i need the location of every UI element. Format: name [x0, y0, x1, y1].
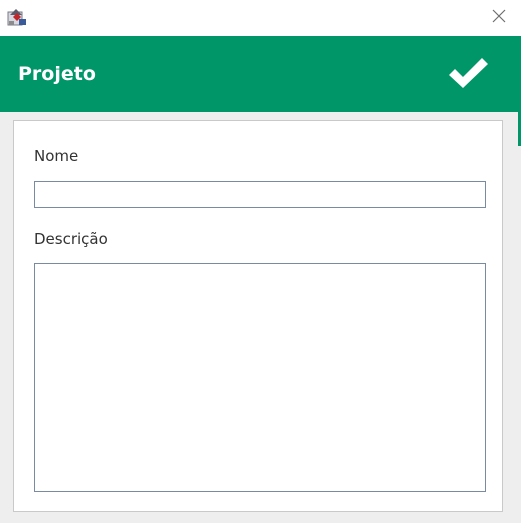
descricao-textarea[interactable] — [34, 263, 486, 492]
descricao-label: Descrição — [34, 230, 108, 248]
app-icon — [7, 6, 27, 26]
header-bar: Projeto — [0, 36, 521, 112]
nome-label: Nome — [34, 147, 79, 165]
title-bar — [0, 0, 521, 36]
close-button[interactable] — [485, 4, 513, 28]
page-title: Projeto — [18, 63, 96, 85]
close-icon — [492, 9, 506, 23]
checkmark-icon — [449, 58, 488, 88]
form-container: Nome Descrição — [0, 112, 521, 523]
form-panel: Nome Descrição — [13, 120, 503, 512]
confirm-button[interactable] — [446, 53, 490, 93]
dialog-window: Projeto Nome Descrição — [0, 0, 521, 523]
nome-input[interactable] — [34, 181, 486, 208]
